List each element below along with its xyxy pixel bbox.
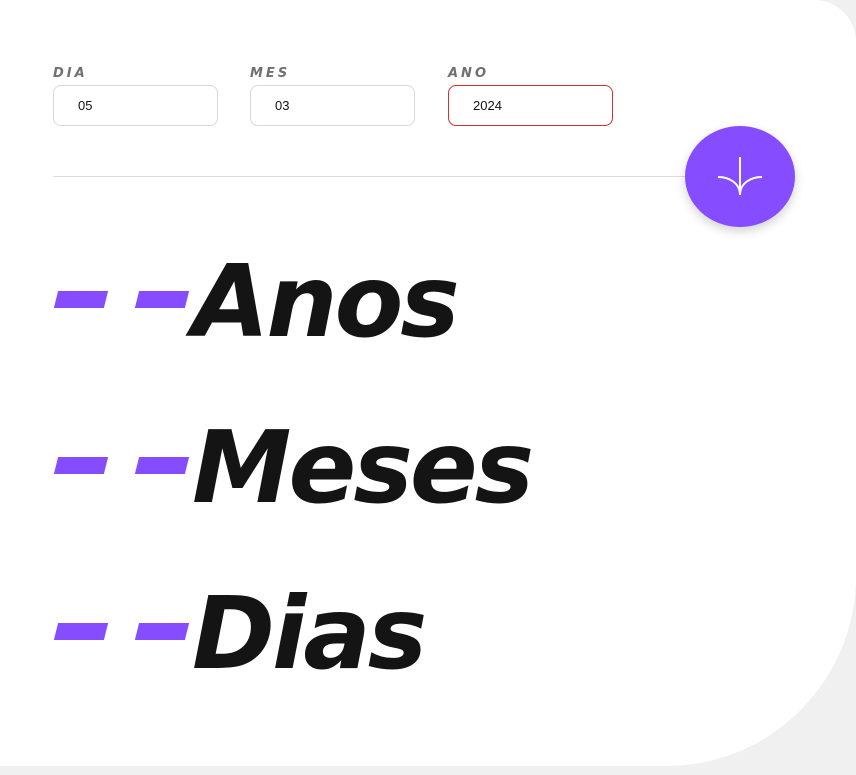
years-label: Anos [192, 243, 460, 360]
days-label: Dias [192, 575, 427, 692]
days-value [53, 582, 193, 692]
result-days: Dias [53, 575, 753, 692]
dash [134, 457, 190, 474]
month-field: MES [250, 64, 415, 126]
submit-button[interactable] [685, 126, 795, 227]
day-field: DIA [53, 64, 218, 126]
month-label: MES [250, 66, 291, 81]
months-value [53, 416, 193, 526]
day-input[interactable] [53, 85, 218, 126]
dash [134, 623, 190, 640]
dash [53, 457, 109, 474]
year-field: ANO [448, 64, 613, 126]
day-label: DIA [53, 66, 88, 81]
dash [53, 623, 109, 640]
dash [53, 291, 109, 308]
year-label: ANO [448, 66, 489, 81]
result-years: Anos [53, 243, 753, 360]
arrow-down-icon [717, 156, 763, 195]
result-months: Meses [53, 409, 753, 526]
years-value [53, 250, 193, 360]
month-input[interactable] [250, 85, 415, 126]
months-label: Meses [192, 409, 534, 526]
year-input[interactable] [448, 85, 613, 126]
dash [134, 291, 190, 308]
divider [53, 176, 743, 177]
age-calculator-card: DIA MES ANO Anos Meses [0, 0, 856, 766]
